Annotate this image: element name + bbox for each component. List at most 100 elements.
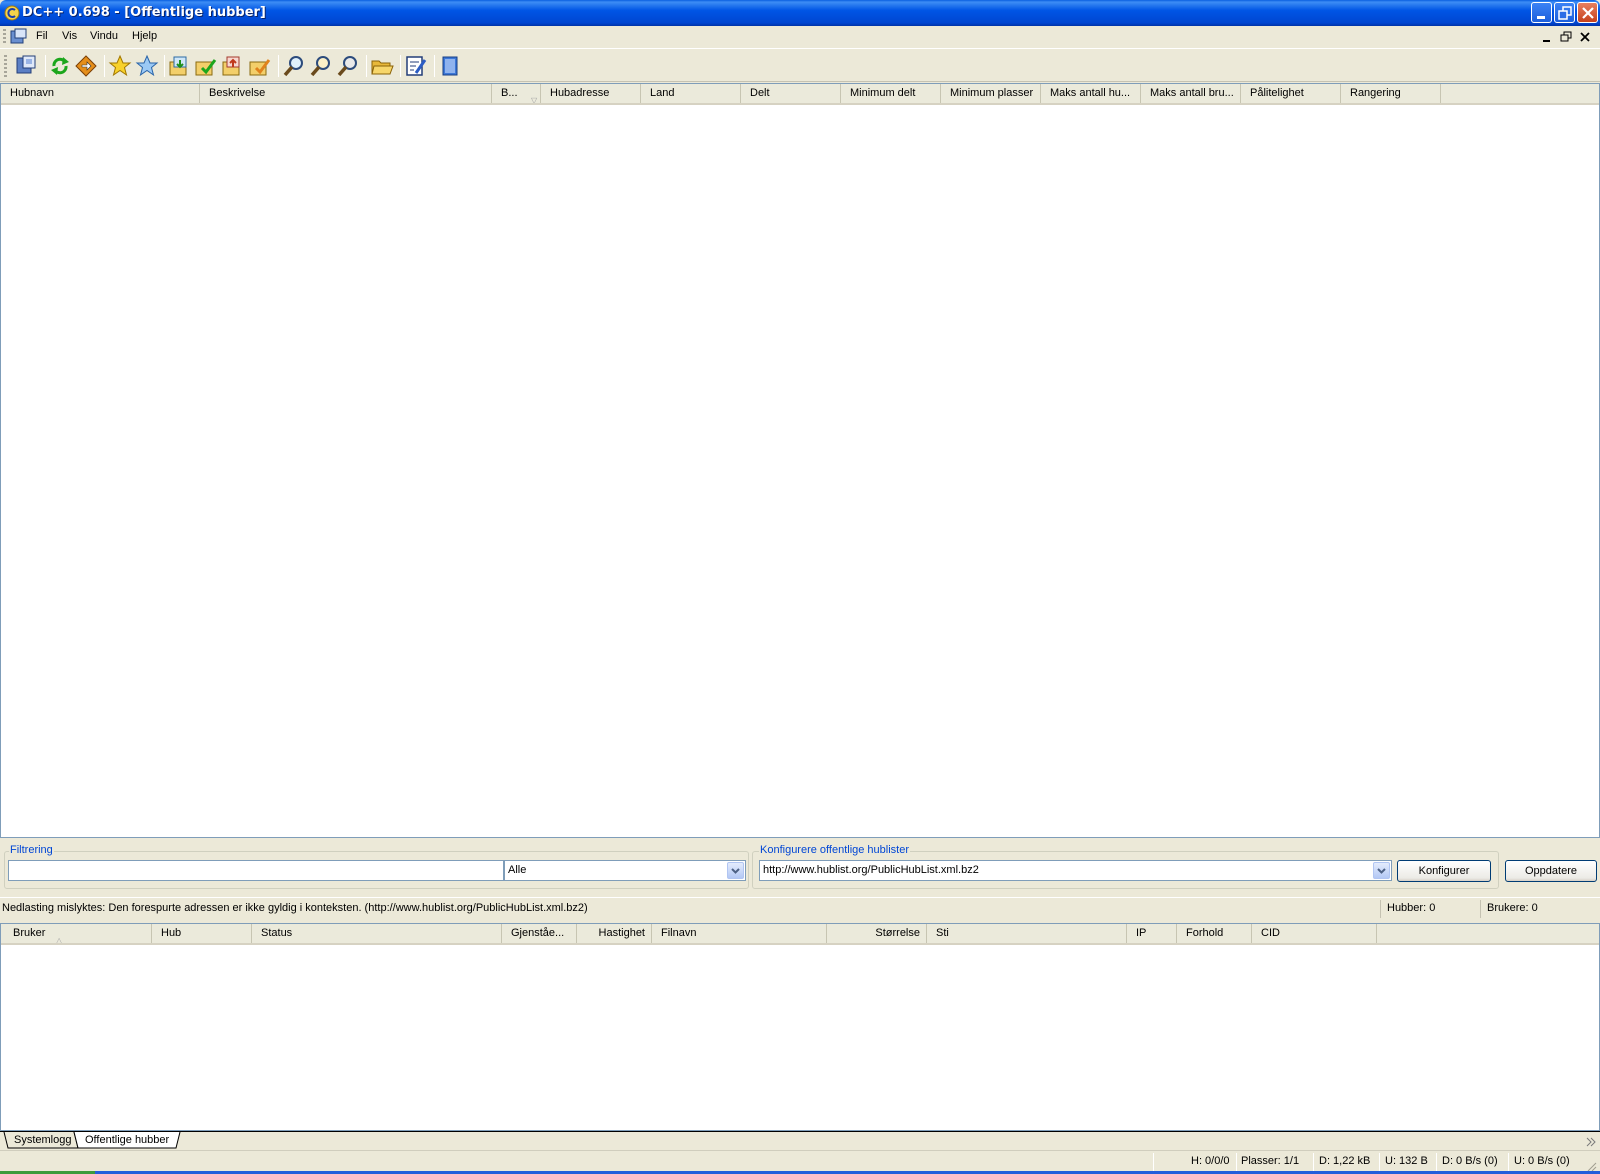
status-separator [1380, 900, 1381, 918]
reconnect-icon[interactable] [48, 54, 72, 78]
statusbar-separator [1379, 1153, 1380, 1171]
column-header-palitelighet[interactable]: Pålitelighet [1241, 84, 1341, 103]
statusbar-separator [1236, 1153, 1237, 1171]
column-header-sti[interactable]: Sti [927, 924, 1127, 943]
toolbar-separator [104, 55, 105, 77]
column-header-status[interactable]: Status [252, 924, 502, 943]
column-header-brukere-label: B... [501, 87, 518, 99]
column-header-ip[interactable]: IP [1127, 924, 1177, 943]
column-header-filnavn[interactable]: Filnavn [652, 924, 827, 943]
column-header-brukere[interactable]: B... ▽ [492, 84, 541, 103]
toolbar-grip [4, 55, 7, 77]
finished-downloads-icon[interactable] [194, 54, 218, 78]
mdi-child-icon[interactable] [10, 28, 28, 46]
menu-vindu[interactable]: Vindu [90, 30, 118, 42]
restore-icon [1558, 6, 1572, 20]
toolbar-separator [45, 55, 46, 77]
settings-icon[interactable] [404, 54, 428, 78]
column-header-minimum-delt[interactable]: Minimum delt [841, 84, 941, 103]
column-header-gjenstaende[interactable]: Gjenståe... [502, 924, 577, 943]
menubar-grip [3, 29, 6, 45]
filter-column-select[interactable]: Alle [504, 860, 746, 881]
follow-redirect-icon[interactable] [74, 54, 98, 78]
download-queue-icon[interactable] [168, 54, 192, 78]
status-uploaded: U: 132 B [1385, 1155, 1428, 1167]
column-header-hubadresse[interactable]: Hubadresse [541, 84, 641, 103]
mdi-close-icon[interactable] [1578, 30, 1592, 44]
hub-status-line: Nedlasting mislyktes: Den forespurte adr… [0, 897, 1600, 919]
filter-text-input[interactable] [8, 860, 504, 881]
toolbar-separator [164, 55, 165, 77]
column-header-bruker-label: Bruker [13, 927, 46, 939]
mdi-minimize-icon[interactable] [1540, 30, 1554, 44]
public-hubs-list[interactable]: Hubnavn Beskrivelse B... ▽ Hubadresse La… [0, 83, 1600, 838]
status-upload-rate: U: 0 B/s (0) [1514, 1155, 1570, 1167]
window-title: DC++ 0.698 - [Offentlige hubber] [22, 5, 266, 20]
configure-hublists-button[interactable]: Konfigurer [1397, 860, 1491, 882]
download-status-message: Nedlasting mislyktes: Den forespurte adr… [2, 902, 588, 914]
transfer-list[interactable]: Bruker △ Hub Status Gjenståe... Hastighe… [0, 923, 1600, 1131]
upload-queue-icon[interactable] [221, 54, 245, 78]
connect-icon[interactable] [14, 54, 38, 78]
user-count: Brukere: 0 [1487, 902, 1538, 914]
search-icon[interactable] [282, 54, 306, 78]
column-header-cid[interactable]: CID [1252, 924, 1377, 943]
favorite-users-icon[interactable] [135, 54, 159, 78]
hub-count: Hubber: 0 [1387, 902, 1436, 914]
hublist-url-dropdown-button[interactable] [1373, 862, 1390, 879]
toolbar [0, 48, 1600, 82]
tab-scroll-right-icon[interactable] [1585, 1136, 1597, 1148]
restore-window-button[interactable] [1554, 2, 1575, 23]
window-tabs: Systemlogg Offentlige hubber [0, 1131, 1600, 1149]
filter-column-dropdown-button[interactable] [727, 862, 744, 879]
close-icon [1582, 7, 1594, 19]
column-header-land[interactable]: Land [641, 84, 741, 103]
hublist-url-select[interactable]: http://www.hublist.org/PublicHubList.xml… [759, 860, 1392, 881]
notepad-icon[interactable] [438, 54, 462, 78]
column-header-hubnavn[interactable]: Hubnavn [1, 84, 200, 103]
column-header-maks-brukere[interactable]: Maks antall bru... [1141, 84, 1241, 103]
column-header-hastighet[interactable]: Hastighet [577, 924, 652, 943]
column-header-rangering[interactable]: Rangering [1341, 84, 1441, 103]
open-filelist-icon[interactable] [370, 54, 394, 78]
chevron-down-icon [1377, 868, 1386, 874]
menu-hjelp[interactable]: Hjelp [132, 30, 157, 42]
filter-column-value: Alle [508, 864, 527, 876]
minimize-icon [1537, 16, 1545, 19]
status-hubs: H: 0/0/0 [1191, 1155, 1230, 1167]
column-header-storrelse[interactable]: Størrelse [827, 924, 927, 943]
tab-offentlige-hubber[interactable]: Offentlige hubber [77, 1132, 177, 1149]
close-window-button[interactable] [1577, 2, 1598, 23]
statusbar-separator [1153, 1153, 1154, 1171]
statusbar-separator [1508, 1153, 1509, 1171]
column-header-hub[interactable]: Hub [152, 924, 252, 943]
statusbar-separator [1313, 1153, 1314, 1171]
tab-systemlogg[interactable]: Systemlogg [6, 1132, 79, 1149]
dcpp-app-icon [4, 5, 20, 21]
title-bar[interactable]: DC++ 0.698 - [Offentlige hubber] [0, 0, 1600, 26]
column-header-maks-hubber[interactable]: Maks antall hu... [1041, 84, 1141, 103]
sort-descending-icon: ▽ [531, 96, 538, 103]
mdi-restore-icon[interactable] [1559, 30, 1573, 44]
toolbar-separator [434, 55, 435, 77]
refresh-hublist-button[interactable]: Oppdatere [1505, 860, 1597, 882]
sort-ascending-icon: △ [56, 936, 63, 943]
favorite-hubs-icon[interactable] [108, 54, 132, 78]
status-slots: Plasser: 1/1 [1241, 1155, 1300, 1167]
search-spy-icon[interactable] [336, 54, 360, 78]
finished-uploads-icon[interactable] [248, 54, 272, 78]
column-header-forhold[interactable]: Forhold [1177, 924, 1252, 943]
column-header-minimum-plasser[interactable]: Minimum plasser [941, 84, 1041, 103]
statusbar-separator [1436, 1153, 1437, 1171]
adl-search-icon[interactable] [309, 54, 333, 78]
hub-list-header: Hubnavn Beskrivelse B... ▽ Hubadresse La… [1, 84, 1599, 105]
menu-vis[interactable]: Vis [62, 30, 77, 42]
column-header-beskrivelse[interactable]: Beskrivelse [200, 84, 492, 103]
transfer-list-header: Bruker △ Hub Status Gjenståe... Hastighe… [1, 924, 1599, 945]
minimize-window-button[interactable] [1531, 2, 1552, 23]
column-header-delt[interactable]: Delt [741, 84, 841, 103]
menu-fil[interactable]: Fil [36, 30, 48, 42]
hublists-group-label: Konfigurere offentlige hublister [759, 844, 911, 856]
column-header-bruker[interactable]: Bruker △ [1, 924, 152, 943]
status-downloaded: D: 1,22 kB [1319, 1155, 1371, 1167]
